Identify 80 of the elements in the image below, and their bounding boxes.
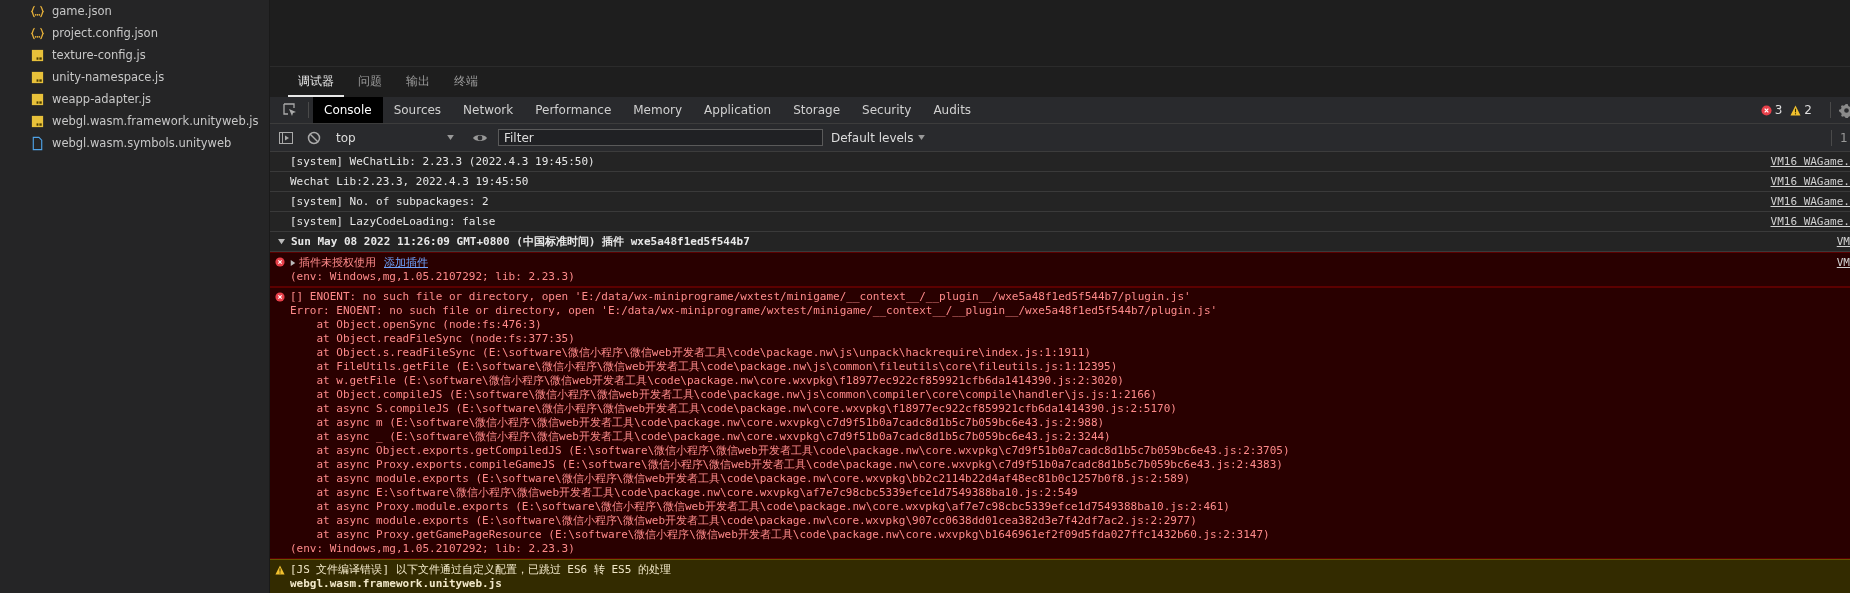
devtools-tab[interactable]: Audits [922, 97, 983, 123]
warning-count: 2 [1804, 103, 1812, 117]
stack-trace-line: at async Object.exports.getCompiledJS (E:\software\微信小程序\微信web开发者工具\code\package.nw\core.wxvpkg\c7d9f51b0a7cadc8d1b5c7b059bc6e43.js:2:3705) [315, 444, 1291, 458]
source-link[interactable]: VM16 WAGame. [1770, 195, 1850, 208]
file-icon [30, 135, 45, 151]
devtools-tab[interactable]: Storage [782, 97, 852, 123]
error-message: [] ENOENT: no such file or directory, open 'E:/data/wx-miniprograme/wxtest/minigame/__context__/__plugin__/wxe5a48f1ed5f544b7/plugin.js' [290, 290, 1191, 304]
stack-trace-line: at Object.openSync (node:fs:476:3) [315, 318, 543, 332]
script-file-icon [30, 69, 45, 85]
stack-trace-line: at async Proxy.getGamePageResource (E:\software\微信小程序\微信web开发者工具\code\package.nw\core.wxvpkg\b1646961ef2f09d5fda027ffc1432b60.js:2:3147) [315, 528, 1271, 542]
script-file-icon [30, 113, 45, 129]
log-message: [system] LazyCodeLoading: false [290, 215, 497, 228]
braces-icon [30, 3, 45, 19]
stack-trace-line: at Object.compileJS (E:\software\微信小程序\微信web开发者工具\code\package.nw\js\common\compiler\core\compile\handler\js.js:1:2166) [315, 388, 1159, 402]
error-icon [275, 292, 285, 302]
stack-trace-line: at w.getFile (E:\software\微信小程序\微信web开发者工具\code\package.nw\core.wxvpkg\f18977ec922cf859921cfb6da1414390.js:2:3020) [315, 374, 1125, 388]
error-message: 插件未授权使用 [299, 255, 376, 270]
log-message: [system] WeChatLib: 2.23.3 (2022.4.3 19:45:50) [290, 155, 596, 168]
file-item[interactable]: game.json [0, 0, 269, 22]
context-select[interactable]: top [328, 130, 460, 145]
devtools-tab[interactable]: Performance [524, 97, 623, 123]
env-info: (env: Windows,mg,1.05.2107292; lib: 2.23.3) [290, 270, 576, 284]
file-item[interactable]: texture-config.js [0, 44, 269, 66]
clear-icon[interactable] [306, 129, 322, 146]
hidden-count: 1 [1840, 130, 1849, 145]
caret-icon [918, 135, 926, 140]
stack-trace-line: at async module.exports (E:\software\微信小程序\微信web开发者工具\code\package.nw\core.wxvpkg\907cc0638dd01cea382d3e7f42df7ac2.js:2:2977) [315, 514, 1198, 528]
devtools-tab[interactable]: Security [851, 97, 923, 123]
settings-icon[interactable] [1839, 102, 1850, 118]
devtools-tab[interactable]: Network [452, 97, 525, 123]
filter-field[interactable]: Filter [498, 129, 823, 146]
stack-trace-line: at async _ (E:\software\微信小程序\微信web开发者工具\code\package.nw\core.wxvpkg\c7d9f51b0a7cadc8d1b5c7b059bc6e43.js:2:3244) [315, 430, 1112, 444]
stack-trace-line: at FileUtils.getFile (E:\software\微信小程序\微信web开发者工具\code\package.nw\js\common\fileutils\core\fileutils.js:1:12395) [315, 360, 1119, 374]
stack-trace-line: at async S.compileJS (E:\software\微信小程序\微信web开发者工具\code\package.nw\core.wxvpkg\f18977ec922cf859921cfb6da1414390.js:2:5170) [315, 402, 1178, 416]
log-message: [system] No. of subpackages: 2 [290, 195, 490, 208]
stack-trace-line: at async Proxy.module.exports (E:\software\微信小程序\微信web开发者工具\code\package.nw\core.wxvpkg\af7e7c98cbc5339efce1d7549388ba10.js:2:461) [315, 500, 1231, 514]
stack-trace-line: at async m (E:\software\微信小程序\微信web开发者工具\code\package.nw\core.wxvpkg\c7d9f51b0a7cadc8d1b5c7b059bc6e43.js:2:988) [315, 416, 1106, 430]
stack-trace-line: at Object.readFileSync (node:fs:377:35) [315, 332, 576, 346]
source-link[interactable]: VM [1836, 256, 1850, 269]
stack-trace-line: at Object.s.readFileSync (E:\software\微信小程序\微信web开发者工具\code\package.nw\js\unpack\hackrequire\index.js:1:1911) [315, 346, 1092, 360]
braces-icon [30, 25, 45, 41]
stack-trace-line: at async module.exports (E:\software\微信小程序\微信web开发者工具\code\package.nw\core.wxvpkg\bb2c2114b22d4af48ec81b0c1257b0f8.js:2:589) [315, 472, 1192, 486]
error-count: 3 [1774, 103, 1783, 117]
devtools-tab[interactable]: Sources [382, 97, 453, 123]
source-link[interactable]: VM [1836, 235, 1850, 248]
sidebar-toggle-icon[interactable] [278, 129, 294, 146]
panel-tab[interactable]: 终端 [444, 67, 488, 97]
source-link[interactable]: VM16 WAGame. [1770, 215, 1850, 228]
warning-icon [1790, 104, 1802, 116]
levels-dropdown[interactable]: Default levels [831, 130, 926, 145]
error-icon [275, 257, 285, 267]
script-file-icon [30, 47, 45, 63]
stack-trace-line: at async E:\software\微信小程序\微信web开发者工具\code\package.nw\core.wxvpkg\af7e7c98cbc5339efce1d7549388ba10.js:2:549 [315, 486, 1079, 500]
source-link[interactable]: VM16 WAGame. [1770, 175, 1850, 188]
devtools-tab[interactable]: Console [313, 97, 383, 123]
devtools-tab[interactable]: Memory [622, 97, 694, 123]
expand-icon[interactable] [290, 259, 296, 266]
caret-icon [447, 135, 454, 140]
script-file-icon [30, 91, 45, 107]
add-plugin-link[interactable]: 添加插件 [384, 255, 428, 270]
source-link[interactable]: VM16 WAGame. [1770, 155, 1850, 168]
file-item[interactable]: project.config.json [0, 22, 269, 44]
log-message: Wechat Lib:2.23.3, 2022.4.3 19:45:50 [290, 175, 530, 188]
file-item[interactable]: weapp-adapter.js [0, 88, 269, 110]
file-name: webgl.wasm.framework.unityweb.js [290, 577, 503, 591]
file-item[interactable]: webgl.wasm.symbols.unityweb [0, 132, 269, 154]
file-item[interactable]: webgl.wasm.framework.unityweb.js [0, 110, 269, 132]
stack-trace-line: at async Proxy.exports.compileGameJS (E:\software\微信小程序\微信web开发者工具\code\package.nw\core.wxvpkg\c7d9f51b0a7cadc8d1b5c7b059bc6e43.js:2:4383) [315, 458, 1284, 472]
panel-tab[interactable]: 问题 [348, 67, 392, 97]
group-toggle-icon[interactable] [278, 238, 285, 245]
warning-message: [JS 文件编译错误] 以下文件通过自定义配置，已跳过 ES6 转 ES5 的处理 [290, 563, 672, 577]
group-title: Sun May 08 2022 11:26:09 GMT+0800 (中国标准时间) 插件 wxe5a48f1ed5f544b7 [291, 234, 751, 249]
env-info: (env: Windows,mg,1.05.2107292; lib: 2.23.3) [290, 542, 576, 556]
panel-tab[interactable]: 输出 [396, 67, 440, 97]
devtools-tab[interactable]: Application [693, 97, 783, 123]
warning-icon [275, 565, 285, 575]
inspect-icon[interactable] [282, 102, 298, 118]
file-item[interactable]: unity-namespace.js [0, 66, 269, 88]
error-icon [1760, 104, 1772, 116]
stack-trace-line: Error: ENOENT: no such file or directory, open 'E:/data/wx-miniprograme/wxtest/minigame/__context__/__plugin__/wxe5a48f1ed5f544b7/plugin.js' [290, 304, 1219, 318]
